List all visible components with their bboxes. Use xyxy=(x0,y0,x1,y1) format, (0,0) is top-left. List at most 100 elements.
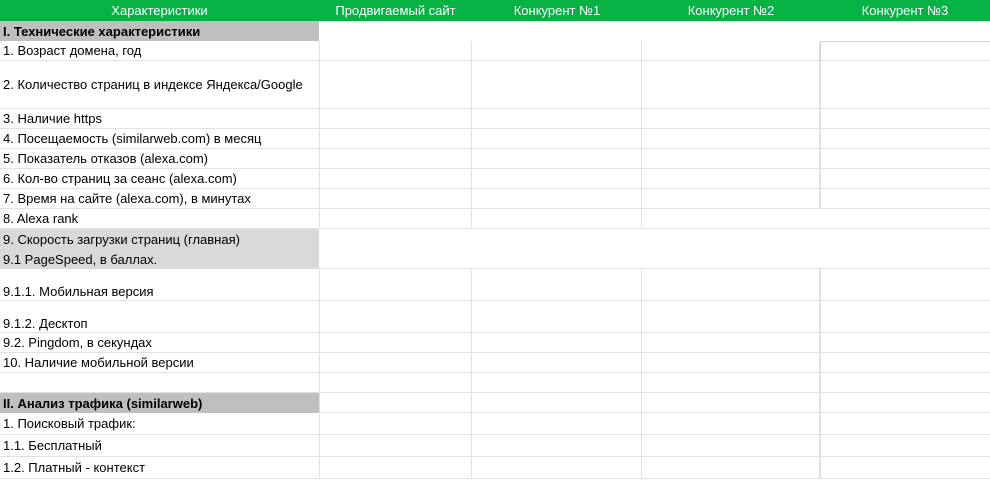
value-cell[interactable] xyxy=(472,149,642,169)
value-cell[interactable] xyxy=(642,393,820,413)
value-cell[interactable] xyxy=(319,353,472,373)
value-cell[interactable] xyxy=(319,457,472,479)
value-cell[interactable] xyxy=(820,61,990,109)
value-cell[interactable] xyxy=(319,61,472,109)
row-label[interactable]: 4. Посещаемость (similarweb.com) в месяц xyxy=(0,129,319,149)
value-cell[interactable] xyxy=(642,435,820,457)
value-cell[interactable] xyxy=(820,189,990,209)
value-cell[interactable] xyxy=(319,229,472,249)
value-cell[interactable] xyxy=(642,413,820,435)
value-cell[interactable] xyxy=(642,21,820,41)
header-characteristics[interactable]: Характеристики xyxy=(0,0,319,21)
header-competitor-1[interactable]: Конкурент №1 xyxy=(472,0,642,21)
value-cell[interactable] xyxy=(820,209,990,229)
value-cell[interactable] xyxy=(472,61,642,109)
value-cell[interactable] xyxy=(472,393,642,413)
row-label[interactable]: 1. Поисковый трафик: xyxy=(0,413,319,435)
value-cell[interactable] xyxy=(319,129,472,149)
value-cell[interactable] xyxy=(319,41,472,61)
value-cell[interactable] xyxy=(642,169,820,189)
value-cell[interactable] xyxy=(642,189,820,209)
value-cell[interactable] xyxy=(472,109,642,129)
value-cell[interactable] xyxy=(319,413,472,435)
value-cell[interactable] xyxy=(472,435,642,457)
value-cell[interactable] xyxy=(472,333,642,353)
value-cell[interactable] xyxy=(472,129,642,149)
value-cell[interactable] xyxy=(642,209,820,229)
value-cell[interactable] xyxy=(820,435,990,457)
value-cell[interactable] xyxy=(319,333,472,353)
value-cell[interactable] xyxy=(820,129,990,149)
value-cell[interactable] xyxy=(820,109,990,129)
value-cell[interactable] xyxy=(820,333,990,353)
value-cell[interactable] xyxy=(472,229,642,249)
value-cell[interactable] xyxy=(472,413,642,435)
value-cell[interactable] xyxy=(642,61,820,109)
row-label[interactable]: 1.1. Бесплатный xyxy=(0,435,319,457)
row-label[interactable]: 7. Время на сайте (alexa.com), в минутах xyxy=(0,189,319,209)
value-cell[interactable] xyxy=(642,41,820,61)
value-cell[interactable] xyxy=(642,109,820,129)
value-cell[interactable] xyxy=(472,169,642,189)
row-label[interactable] xyxy=(0,373,319,393)
value-cell[interactable] xyxy=(319,373,472,393)
value-cell[interactable] xyxy=(472,21,642,41)
value-cell[interactable] xyxy=(472,189,642,209)
value-cell[interactable] xyxy=(319,435,472,457)
value-cell[interactable] xyxy=(642,269,820,301)
row-label[interactable]: 1. Возраст домена, год xyxy=(0,41,319,61)
value-cell[interactable] xyxy=(642,229,820,249)
value-cell[interactable] xyxy=(820,457,990,479)
row-label[interactable]: 9. Скорость загрузки страниц (главная) xyxy=(0,229,319,249)
value-cell[interactable] xyxy=(472,269,642,301)
value-cell[interactable] xyxy=(319,21,472,41)
value-cell[interactable] xyxy=(642,457,820,479)
value-cell[interactable] xyxy=(820,393,990,413)
value-cell[interactable] xyxy=(319,301,472,333)
row-label[interactable]: 1.2. Платный - контекст xyxy=(0,457,319,479)
value-cell[interactable] xyxy=(319,249,472,269)
value-cell[interactable] xyxy=(472,249,642,269)
value-cell[interactable] xyxy=(319,209,472,229)
row-label[interactable]: 6. Кол-во страниц за сеанс (alexa.com) xyxy=(0,169,319,189)
header-competitor-3[interactable]: Конкурент №3 xyxy=(820,0,990,21)
row-label[interactable]: 10. Наличие мобильной версии xyxy=(0,353,319,373)
value-cell[interactable] xyxy=(820,353,990,373)
value-cell[interactable] xyxy=(472,353,642,373)
value-cell[interactable] xyxy=(642,353,820,373)
row-label[interactable]: II. Анализ трафика (similarweb) xyxy=(0,393,319,413)
header-promoted-site[interactable]: Продвигаемый сайт xyxy=(319,0,472,21)
value-cell[interactable] xyxy=(472,209,642,229)
value-cell[interactable] xyxy=(642,373,820,393)
value-cell[interactable] xyxy=(319,393,472,413)
value-cell[interactable] xyxy=(319,109,472,129)
value-cell[interactable] xyxy=(820,21,990,41)
value-cell[interactable] xyxy=(642,149,820,169)
value-cell[interactable] xyxy=(820,229,990,249)
row-label[interactable]: 8. Alexa rank xyxy=(0,209,319,229)
value-cell[interactable] xyxy=(820,373,990,393)
row-label[interactable]: 9.2. Pingdom, в секундах xyxy=(0,333,319,353)
value-cell[interactable] xyxy=(319,169,472,189)
value-cell[interactable] xyxy=(642,249,820,269)
value-cell[interactable] xyxy=(820,301,990,333)
row-label[interactable]: 2. Количество страниц в индексе Яндекса/… xyxy=(0,61,319,109)
value-cell[interactable] xyxy=(820,41,990,61)
value-cell[interactable] xyxy=(472,457,642,479)
row-label[interactable]: 9.1 PageSpeed, в баллах. xyxy=(0,249,319,269)
value-cell[interactable] xyxy=(319,149,472,169)
value-cell[interactable] xyxy=(319,269,472,301)
value-cell[interactable] xyxy=(820,249,990,269)
value-cell[interactable] xyxy=(642,129,820,149)
row-label[interactable]: 9.1.2. Десктоп xyxy=(0,301,319,333)
value-cell[interactable] xyxy=(820,413,990,435)
row-label[interactable]: I. Технические характеристики xyxy=(0,21,319,41)
value-cell[interactable] xyxy=(319,189,472,209)
value-cell[interactable] xyxy=(820,149,990,169)
value-cell[interactable] xyxy=(472,301,642,333)
value-cell[interactable] xyxy=(820,269,990,301)
row-label[interactable]: 5. Показатель отказов (alexa.com) xyxy=(0,149,319,169)
value-cell[interactable] xyxy=(820,169,990,189)
value-cell[interactable] xyxy=(642,301,820,333)
row-label[interactable]: 3. Наличие https xyxy=(0,109,319,129)
